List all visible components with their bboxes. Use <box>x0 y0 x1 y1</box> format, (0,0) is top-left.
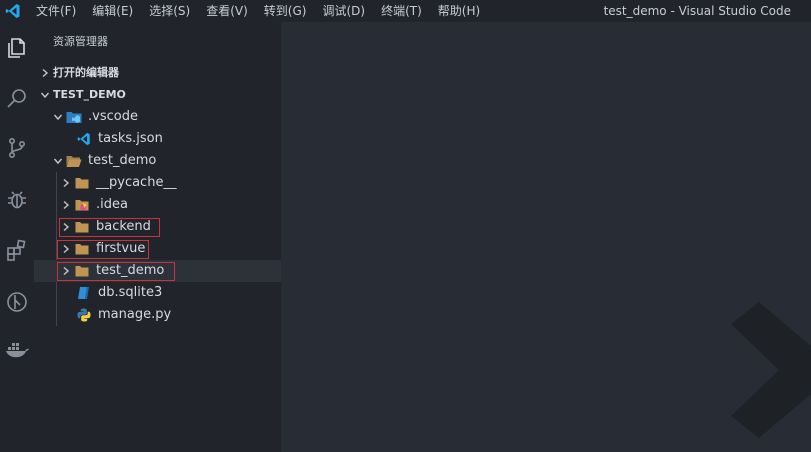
menu-view[interactable]: 查看(V) <box>198 0 256 22</box>
menu-bar: 文件(F) 编辑(E) 选择(S) 查看(V) 转到(G) 调试(D) 终端(T… <box>28 0 488 22</box>
vscode-watermark-icon <box>731 302 811 438</box>
tree-item-tasks-json[interactable]: tasks.json <box>34 128 281 150</box>
tree-item-manage-py[interactable]: manage.py <box>34 304 281 326</box>
section-open-editors-label: 打开的编辑器 <box>53 66 119 79</box>
chevron-down-icon <box>50 106 66 128</box>
menu-file[interactable]: 文件(F) <box>28 0 84 22</box>
database-file-icon <box>76 285 92 301</box>
tree-item-test-demo[interactable]: test_demo <box>34 150 281 172</box>
annotation-box <box>57 240 149 259</box>
tree-item-label: test_demo <box>88 153 157 168</box>
explorer-icon[interactable] <box>0 28 34 68</box>
git-graph-icon[interactable] <box>0 282 34 322</box>
menu-go[interactable]: 转到(G) <box>256 0 315 22</box>
chevron-right-icon <box>58 172 74 194</box>
folder-icon <box>74 175 90 191</box>
tree-item-label: db.sqlite3 <box>98 285 163 300</box>
explorer-sidebar: 资源管理器 打开的编辑器 TEST_DEMO .vscode tasks.jso… <box>34 22 281 452</box>
tree-item-idea[interactable]: .idea <box>34 194 281 216</box>
tree-item-firstvue[interactable]: firstvue <box>34 238 281 260</box>
tree-item-label: manage.py <box>98 307 172 322</box>
tree-item-pycache[interactable]: __pycache__ <box>34 172 281 194</box>
extensions-icon[interactable] <box>0 230 34 270</box>
tree-item-backend[interactable]: backend <box>34 216 281 238</box>
search-icon[interactable] <box>0 78 34 118</box>
folder-open-icon <box>66 153 82 169</box>
chevron-down-icon <box>37 84 53 106</box>
activity-bar <box>0 22 34 452</box>
tree-item-label: __pycache__ <box>96 175 177 190</box>
tree-item-label: .idea <box>96 197 128 212</box>
source-control-icon[interactable] <box>0 128 34 168</box>
annotation-box <box>57 262 175 281</box>
tree-item-label: tasks.json <box>98 131 163 146</box>
title-bar: 文件(F) 编辑(E) 选择(S) 查看(V) 转到(G) 调试(D) 终端(T… <box>0 0 811 22</box>
menu-help[interactable]: 帮助(H) <box>430 0 488 22</box>
vscode-file-icon <box>76 131 92 147</box>
chevron-right-icon <box>37 62 53 84</box>
menu-debug[interactable]: 调试(D) <box>314 0 373 22</box>
docker-icon[interactable] <box>0 330 34 370</box>
python-file-icon <box>76 307 92 323</box>
section-project-label: TEST_DEMO <box>53 88 126 101</box>
vscode-folder-icon <box>66 109 82 125</box>
section-open-editors[interactable]: 打开的编辑器 <box>34 62 281 84</box>
window-title: test_demo - Visual Studio Code <box>603 4 791 18</box>
tree-item-test-demo-inner[interactable]: test_demo <box>34 260 281 282</box>
tree-item-vscode[interactable]: .vscode <box>34 106 281 128</box>
editor-area <box>281 22 811 452</box>
menu-selection[interactable]: 选择(S) <box>141 0 198 22</box>
chevron-down-icon <box>50 150 66 172</box>
menu-terminal[interactable]: 终端(T) <box>373 0 430 22</box>
idea-folder-icon <box>74 197 90 213</box>
annotation-box <box>59 218 160 237</box>
debug-icon[interactable] <box>0 180 34 220</box>
explorer-title: 资源管理器 <box>53 35 108 48</box>
vscode-logo-icon <box>0 0 26 22</box>
chevron-right-icon <box>58 194 74 216</box>
section-project[interactable]: TEST_DEMO <box>34 84 281 106</box>
menu-edit[interactable]: 编辑(E) <box>84 0 141 22</box>
file-tree: .vscode tasks.json test_demo __pycache__… <box>34 106 281 326</box>
tree-item-label: .vscode <box>88 109 138 124</box>
tree-item-db-sqlite3[interactable]: db.sqlite3 <box>34 282 281 304</box>
